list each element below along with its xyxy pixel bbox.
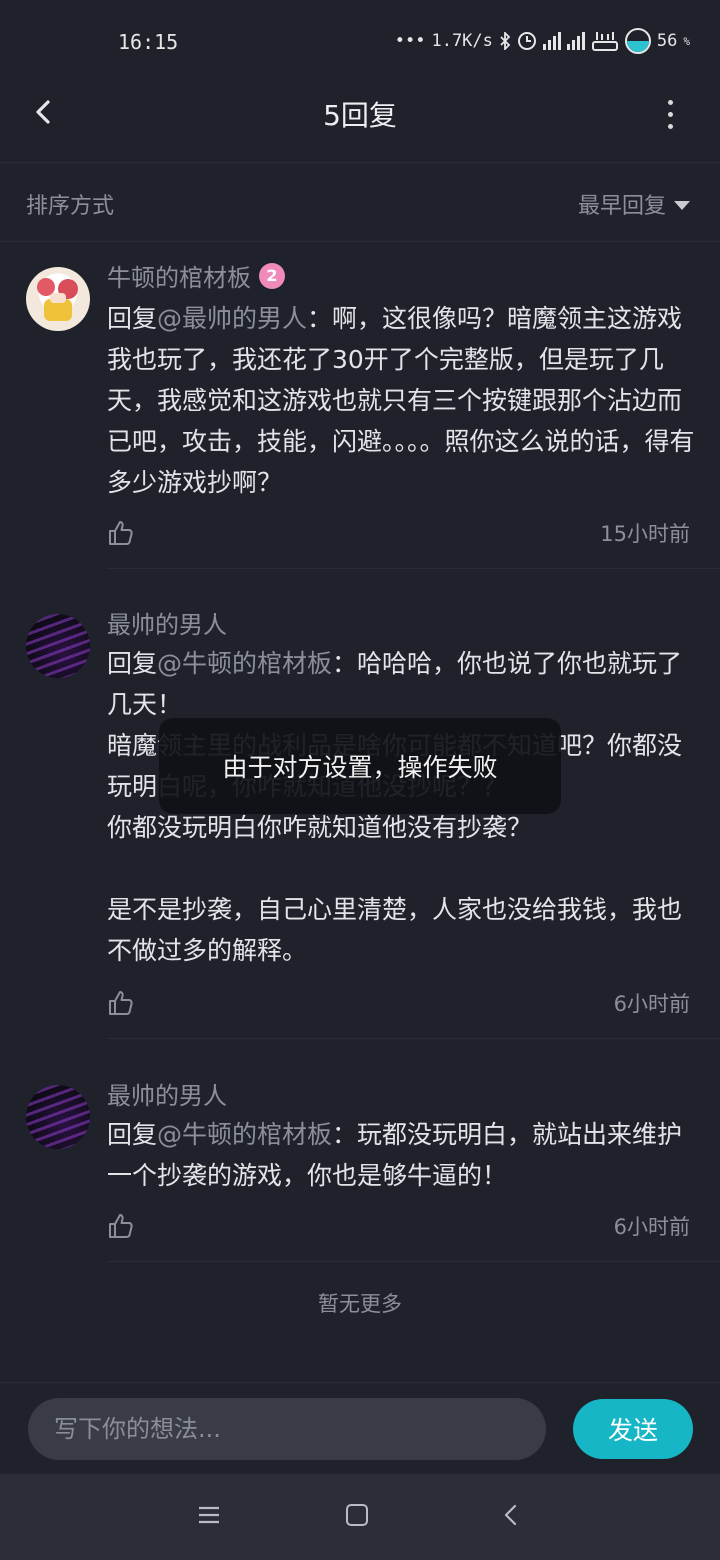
avatar[interactable] — [26, 1085, 90, 1149]
thumbs-up-icon[interactable] — [107, 519, 135, 547]
avatar[interactable] — [26, 267, 90, 331]
comment-username[interactable]: 最帅的男人 — [107, 1076, 227, 1111]
signal-icon — [542, 32, 561, 50]
back-nav-icon[interactable] — [500, 1504, 522, 1526]
level-badge: 2 — [259, 262, 285, 289]
more-options-button[interactable] — [660, 94, 680, 134]
sort-dropdown[interactable]: 最早回复 — [578, 188, 690, 220]
caret-down-icon — [674, 200, 690, 210]
sort-label: 排序方式 — [26, 194, 115, 219]
no-more-text: 暂无更多 — [318, 1292, 402, 1316]
thumbs-up-icon[interactable] — [107, 1212, 135, 1240]
comment-time: 6小时前 — [613, 992, 690, 1016]
alarm-icon — [517, 32, 536, 50]
comment-body[interactable]: 回复@牛顿的棺材板：玩都没玩明白，就站出来维护一个抄袭的游戏，你也是够牛逼的！ — [107, 1114, 699, 1196]
page-title: 5回复 — [323, 99, 397, 132]
divider — [107, 568, 720, 569]
comment-time: 6小时前 — [613, 1215, 690, 1239]
mention-link[interactable]: @最帅的男人 — [157, 304, 307, 333]
toast-message: 由于对方设置，操作失败 — [159, 718, 561, 814]
bluetooth-icon — [500, 32, 511, 50]
comment-username[interactable]: 牛顿的棺材板 2 — [107, 258, 285, 293]
avatar-image — [37, 278, 78, 321]
status-time: 16:15 — [118, 30, 179, 54]
toast-text: 由于对方设置，操作失败 — [222, 753, 498, 782]
divider — [107, 1038, 720, 1039]
mention-link[interactable]: @牛顿的棺材板 — [157, 1120, 332, 1149]
thumbs-up-icon[interactable] — [107, 989, 135, 1017]
more-dots-icon: ••• — [394, 31, 426, 51]
sort-bar: 排序方式 最早回复 — [0, 163, 720, 242]
mention-link[interactable]: @牛顿的棺材板 — [157, 649, 332, 678]
reply-input[interactable] — [28, 1398, 546, 1460]
more-vertical-icon — [667, 99, 673, 105]
status-icons: ••• 1.7K/s 56 % — [395, 28, 690, 54]
comment-time: 15小时前 — [600, 522, 690, 546]
reply-input-bar: 发送 — [0, 1382, 720, 1475]
menu-icon[interactable] — [198, 1504, 220, 1526]
sort-selected: 最早回复 — [577, 194, 666, 219]
header: 5回复 — [0, 84, 720, 163]
comment-username[interactable]: 最帅的男人 — [107, 605, 227, 640]
battery-unit: % — [683, 34, 690, 48]
system-nav-bar — [0, 1474, 720, 1560]
comment-body[interactable]: 回复@最帅的男人：啊，这很像吗？暗魔领主这游戏我也玩了，我还花了30开了个完整版… — [107, 298, 699, 503]
status-bar: 16:15 ••• 1.7K/s 56 % — [0, 0, 720, 84]
signal-icon — [566, 32, 585, 50]
divider — [107, 1261, 720, 1262]
battery-level: 56 — [656, 31, 678, 51]
send-button[interactable]: 发送 — [573, 1399, 693, 1459]
avatar[interactable] — [26, 614, 90, 678]
battery-icon — [624, 28, 651, 54]
home-icon[interactable] — [346, 1504, 368, 1526]
network-speed: 1.7K/s — [431, 31, 493, 51]
wifi-icon — [591, 32, 618, 51]
